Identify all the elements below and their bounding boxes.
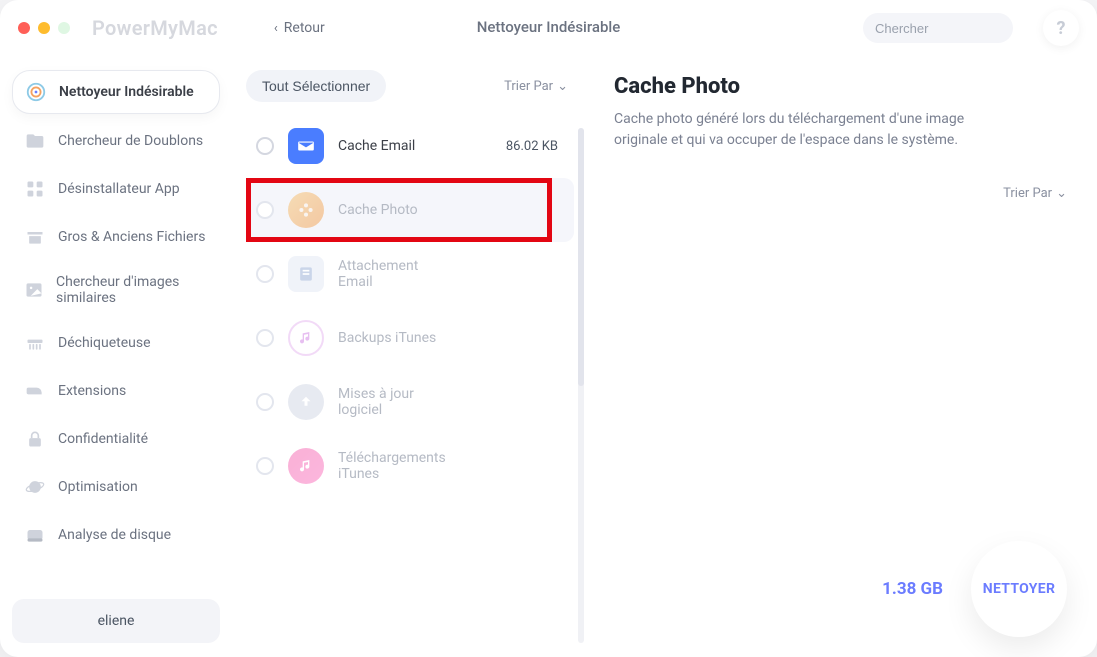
chevron-down-icon: ⌄ [557, 79, 568, 94]
music-icon [288, 320, 324, 356]
item-label: Cache Email [338, 138, 492, 154]
sidebar: Nettoyeur Indésirable Chercheur de Doubl… [0, 56, 232, 657]
sidebar-item-duplicates[interactable]: Chercheur de Doublons [12, 120, 220, 162]
checkbox[interactable] [256, 329, 274, 347]
sidebar-item-label: Analyse de disque [58, 527, 171, 543]
sort-label: Trier Par [504, 79, 553, 94]
detail-panel: Cache Photo Cache photo généré lors du t… [584, 56, 1097, 657]
list: Cache Email 86.02 KB Cache Photo [246, 114, 574, 498]
sort-label: Trier Par [1003, 186, 1052, 201]
sidebar-item-label: Chercheur d'images similaires [56, 274, 208, 306]
radar-icon [25, 81, 47, 103]
lock-icon [24, 428, 46, 450]
planet-icon [24, 476, 46, 498]
item-label: Cache Photo [338, 202, 544, 218]
mail-icon [288, 128, 324, 164]
sidebar-item-label: Chercheur de Doublons [58, 133, 203, 149]
image-icon [24, 279, 44, 301]
list-item-itunes-backup[interactable]: Backups iTunes [246, 306, 574, 370]
total-size: 1.38 GB [882, 579, 943, 599]
item-label: Mises à jour logiciel [338, 386, 448, 418]
folder-icon [24, 130, 46, 152]
sidebar-item-extensions[interactable]: Extensions [12, 370, 220, 412]
checkbox[interactable] [256, 457, 274, 475]
sidebar-item-similar-images[interactable]: Chercheur d'images similaires [12, 264, 220, 316]
maximize-icon[interactable] [58, 22, 70, 34]
detail-footer: 1.38 GB NETTOYER [614, 541, 1067, 637]
sidebar-item-shredder[interactable]: Déchiqueteuse [12, 322, 220, 364]
sidebar-item-large-old[interactable]: Gros & Anciens Fichiers [12, 216, 220, 258]
list-item-software-updates[interactable]: Mises à jour logiciel [246, 370, 574, 434]
titlebar: PowerMyMac ‹ Retour Nettoyeur Indésirabl… [0, 0, 1097, 56]
plug-icon [24, 380, 46, 402]
clean-label: NETTOYER [983, 581, 1055, 597]
chevron-down-icon: ⌄ [1056, 186, 1067, 201]
shredder-icon [24, 332, 46, 354]
select-all-button[interactable]: Tout Sélectionner [246, 70, 386, 102]
list-item-itunes-downloads[interactable]: Téléchargements iTunes [246, 434, 574, 498]
clean-button[interactable]: NETTOYER [971, 541, 1067, 637]
page-title: Nettoyeur Indésirable [477, 18, 621, 36]
close-icon[interactable] [18, 22, 30, 34]
sidebar-item-label: Gros & Anciens Fichiers [58, 229, 205, 245]
chevron-left-icon: ‹ [274, 21, 278, 36]
traffic-lights [18, 22, 70, 34]
category-list: Tout Sélectionner Trier Par ⌄ Cache Emai… [232, 56, 584, 657]
minimize-icon[interactable] [38, 22, 50, 34]
detail-sort-button[interactable]: Trier Par ⌄ [1003, 186, 1067, 201]
sidebar-item-optimization[interactable]: Optimisation [12, 466, 220, 508]
disk-icon [24, 524, 46, 546]
item-label: Attachement Email [338, 258, 448, 290]
list-item-cache-photo[interactable]: Cache Photo [246, 178, 574, 242]
sidebar-item-label: Optimisation [58, 479, 138, 495]
photos-icon [288, 192, 324, 228]
sidebar-item-label: Confidentialité [58, 431, 148, 447]
sidebar-item-label: Désinstallateur App [58, 181, 180, 197]
list-item-email-attachment[interactable]: Attachement Email [246, 242, 574, 306]
grid-icon [24, 178, 46, 200]
checkbox[interactable] [256, 393, 274, 411]
app-window: PowerMyMac ‹ Retour Nettoyeur Indésirabl… [0, 0, 1097, 657]
sidebar-item-label: Déchiqueteuse [58, 335, 151, 351]
sort-button[interactable]: Trier Par ⌄ [504, 79, 568, 94]
search-input[interactable] [875, 21, 1051, 36]
sidebar-item-privacy[interactable]: Confidentialité [12, 418, 220, 460]
item-size: 86.02 KB [506, 139, 558, 154]
body: Nettoyeur Indésirable Chercheur de Doubl… [0, 56, 1097, 657]
list-header: Tout Sélectionner Trier Par ⌄ [246, 70, 574, 102]
user-pill[interactable]: eliene [12, 599, 220, 643]
checkbox[interactable] [256, 137, 274, 155]
sidebar-item-junk-cleaner[interactable]: Nettoyeur Indésirable [12, 70, 220, 114]
attachment-icon [288, 256, 324, 292]
app-brand: PowerMyMac [92, 16, 218, 40]
help-button[interactable]: ? [1043, 10, 1079, 46]
sidebar-item-label: Extensions [58, 383, 126, 399]
arrow-up-circle-icon [288, 384, 324, 420]
user-name: eliene [98, 613, 135, 629]
sidebar-item-uninstaller[interactable]: Désinstallateur App [12, 168, 220, 210]
list-item-cache-email[interactable]: Cache Email 86.02 KB [246, 114, 574, 178]
item-label: Téléchargements iTunes [338, 450, 458, 482]
detail-title: Cache Photo [614, 74, 1067, 99]
archive-icon [24, 226, 46, 248]
search-box[interactable] [863, 13, 1013, 43]
sidebar-item-label: Nettoyeur Indésirable [59, 84, 194, 100]
checkbox[interactable] [256, 265, 274, 283]
back-button[interactable]: ‹ Retour [274, 20, 325, 36]
checkbox[interactable] [256, 201, 274, 219]
sidebar-item-disk-analysis[interactable]: Analyse de disque [12, 514, 220, 556]
item-label: Backups iTunes [338, 330, 564, 346]
help-icon: ? [1057, 18, 1066, 39]
detail-description: Cache photo généré lors du téléchargemen… [614, 109, 974, 151]
back-label: Retour [284, 20, 325, 36]
music-circle-icon [288, 448, 324, 484]
